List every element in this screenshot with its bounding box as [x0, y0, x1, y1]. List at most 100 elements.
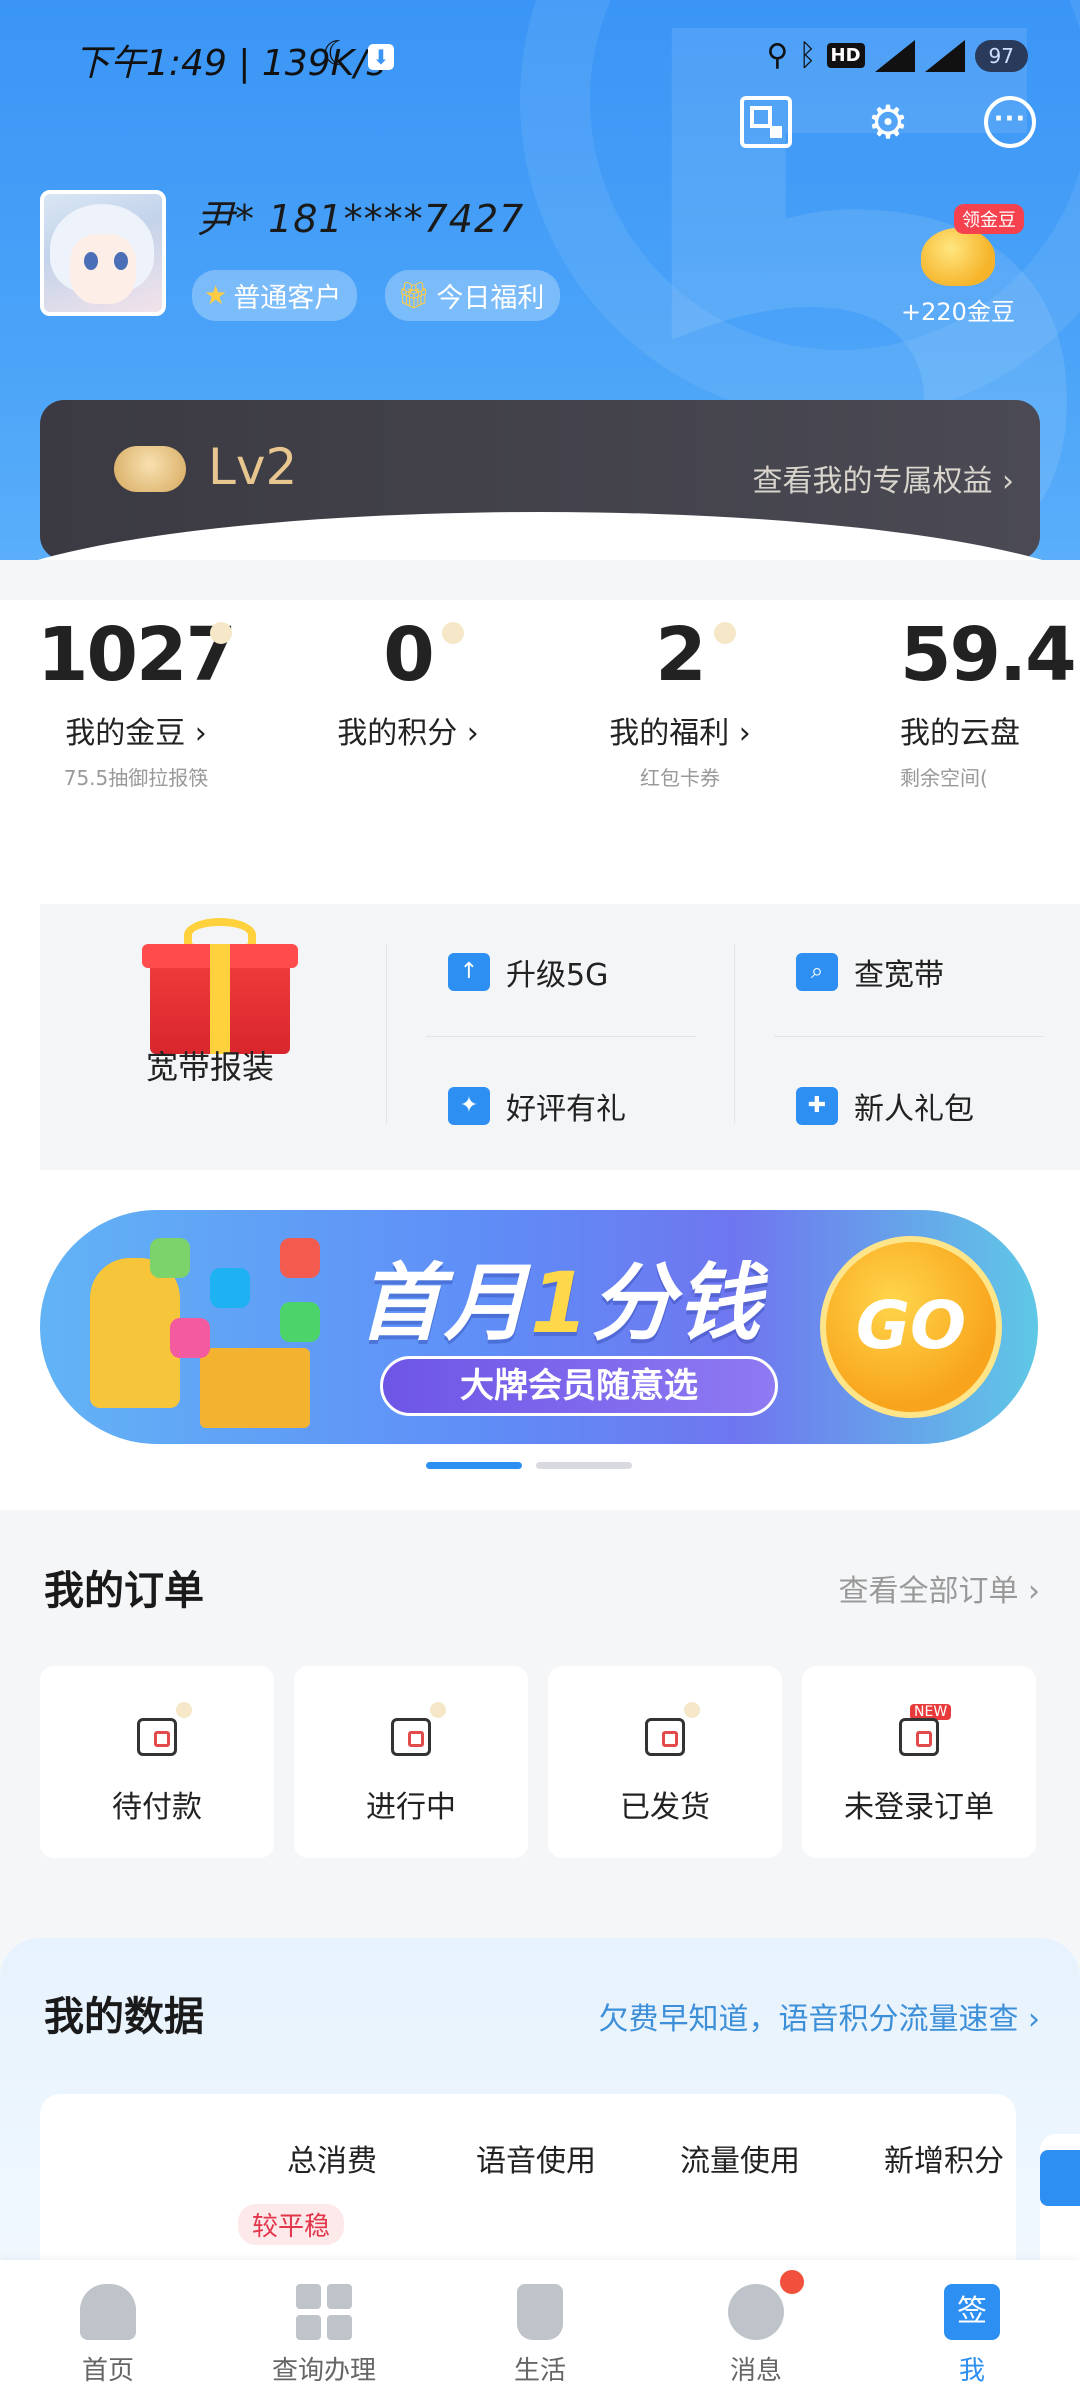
download-icon: ⬇: [368, 44, 394, 70]
nav-me[interactable]: 签 我: [864, 2260, 1080, 2400]
broadband-install-label[interactable]: 宽带报装: [100, 1042, 320, 1088]
stat-cloud-disk[interactable]: 59.4 我的云盘 剩余空间(: [816, 600, 1080, 850]
my-data-section: 我的数据 欠费早知道，语音积分流量速查 › 总消费 语音使用 流量使用 新增积分…: [0, 1938, 1080, 2294]
stat-label: 我的积分 ›: [272, 708, 544, 752]
feature-label: 升级5G: [506, 958, 609, 993]
present-icon: ✚: [796, 1087, 838, 1125]
sparkle-icon: [714, 622, 736, 644]
bottom-nav: 首页 查询办理 生活 消息 签 我: [0, 2260, 1080, 2400]
gift-ribbon: [210, 944, 230, 1054]
tag-label: 今日福利: [436, 283, 545, 314]
battery-indicator: 97: [974, 39, 1028, 72]
chevron-right-icon: ›: [466, 716, 479, 751]
runner-figure: [90, 1258, 180, 1408]
banner-title-a: 首月: [358, 1254, 531, 1352]
order-unlogged[interactable]: NEW 未登录订单: [802, 1666, 1036, 1858]
carousel-dot-active[interactable]: [426, 1462, 522, 1469]
header-actions: ⚙ ···: [740, 96, 1036, 148]
order-icon: [899, 1718, 939, 1756]
stats-row: 1027 我的金豆 › 75.5抽御拉报筷 0 我的积分 › 2 我的福利 › …: [0, 600, 1080, 850]
upgrade-icon: ↑: [448, 953, 490, 991]
stat-points[interactable]: 0 我的积分 ›: [272, 600, 544, 850]
stat-label-text: 我的积分: [337, 716, 458, 751]
data-title: 我的数据: [44, 1994, 204, 2040]
avatar[interactable]: [40, 190, 166, 316]
stat-sub: 红包卡券: [640, 766, 720, 790]
bluetooth-icon: ᛒ: [798, 38, 817, 73]
data-col-voice: 语音使用: [476, 2144, 596, 2179]
stat-value: 59.4: [900, 612, 1077, 698]
qr-code-icon[interactable]: [740, 96, 792, 148]
stat-welfare[interactable]: 2 我的福利 › 红包卡券: [544, 600, 816, 850]
sparkle-icon: [176, 1702, 192, 1718]
level-name: Lv2: [208, 438, 298, 496]
app-icon-iqiyi: [280, 1302, 320, 1342]
message-icon: [728, 2284, 784, 2340]
nav-label: 我: [958, 2356, 985, 2386]
orders-section: 我的订单 查看全部订单 › 待付款 进行中 已发货 NEW 未登录订单: [0, 1510, 1080, 1950]
gold-beans-icon: [921, 228, 995, 286]
carousel-dot[interactable]: [536, 1462, 632, 1469]
feature-newbie-pack[interactable]: ✚ 新人礼包: [796, 1084, 974, 1128]
tag-customer-level[interactable]: ★ 普通客户: [192, 270, 358, 321]
username[interactable]: 尹* 181****7427: [196, 188, 524, 243]
divider: [774, 1036, 1044, 1037]
level-benefits-link[interactable]: 查看我的专属权益 ›: [752, 456, 1014, 500]
carousel-indicator: [426, 1462, 632, 1469]
avatar-face: [70, 234, 136, 304]
order-shipped[interactable]: 已发货: [548, 1666, 782, 1858]
cup-icon: [517, 2284, 563, 2340]
status-icons: ⚲ ᛒ HD 97: [767, 38, 1028, 73]
home-icon: [80, 2284, 136, 2340]
promo-banner[interactable]: 首月1分钱 大牌会员随意选 GO: [40, 1210, 1038, 1444]
order-in-progress[interactable]: 进行中: [294, 1666, 528, 1858]
nav-home[interactable]: 首页: [0, 2260, 216, 2400]
chevron-right-icon: ›: [194, 716, 207, 751]
gold-beans-widget[interactable]: 领金豆 +220金豆: [888, 204, 1028, 327]
wallet-icon: [137, 1718, 177, 1756]
truck-icon: [645, 1718, 685, 1756]
data-col-traffic: 流量使用: [680, 2144, 800, 2179]
stat-value: 0: [383, 612, 435, 698]
nav-label: 查询办理: [271, 2356, 376, 2386]
grid-icon: [296, 2284, 352, 2340]
feature-review-gift[interactable]: ✦ 好评有礼: [448, 1084, 626, 1128]
go-button[interactable]: GO: [820, 1236, 1002, 1418]
stat-label-text: 我的福利: [609, 716, 730, 751]
beans-text: +220金豆: [901, 298, 1015, 326]
divider: [426, 1036, 696, 1037]
order-pending-payment[interactable]: 待付款: [40, 1666, 274, 1858]
avatar-eye: [84, 252, 98, 270]
message-icon[interactable]: ···: [984, 96, 1036, 148]
feature-label: 查宽带: [854, 958, 944, 993]
order-label: 进行中: [366, 1790, 456, 1825]
star-icon: ★: [204, 280, 228, 311]
all-orders-link[interactable]: 查看全部订单 ›: [838, 1566, 1040, 1610]
notification-dot: [780, 2270, 804, 2294]
nav-life[interactable]: 生活: [432, 2260, 648, 2400]
data-columns: 总消费 语音使用 流量使用 新增积分: [230, 2136, 1046, 2180]
moon-icon: ☾: [322, 34, 353, 74]
settings-icon[interactable]: ⚙: [862, 96, 914, 148]
tag-daily-welfare[interactable]: 🎁︎ 今日福利: [385, 270, 561, 321]
sparkle-icon: [210, 622, 232, 644]
chevron-right-icon: ›: [738, 716, 751, 751]
feature-label: 好评有礼: [506, 1092, 626, 1127]
chevron-right-icon: ›: [1028, 1574, 1040, 1609]
stat-sub: 剩余空间(: [900, 766, 988, 790]
feature-upgrade-5g[interactable]: ↑ 升级5G: [448, 950, 608, 994]
data-quick-check-link[interactable]: 欠费早知道，语音积分流量速查 ›: [598, 1994, 1040, 2038]
banner-title-one: 1: [530, 1254, 591, 1352]
stat-gold-beans[interactable]: 1027 我的金豆 › 75.5抽御拉报筷: [0, 600, 272, 850]
feature-check-broadband[interactable]: ⌕ 查宽带: [796, 950, 944, 994]
level-link-text: 查看我的专属权益: [752, 464, 993, 499]
user-tags: ★ 普通客户 🎁︎ 今日福利: [192, 270, 561, 321]
stat-value: 1027: [37, 612, 237, 698]
order-label: 已发货: [620, 1790, 710, 1825]
data-link-text: 欠费早知道，语音积分流量速查: [598, 2002, 1019, 2037]
nav-messages[interactable]: 消息: [648, 2260, 864, 2400]
app-icon-video: [150, 1238, 190, 1278]
sparkle-icon: [684, 1702, 700, 1718]
banner-title-b: 分钱: [590, 1254, 763, 1352]
nav-query[interactable]: 查询办理: [216, 2260, 432, 2400]
